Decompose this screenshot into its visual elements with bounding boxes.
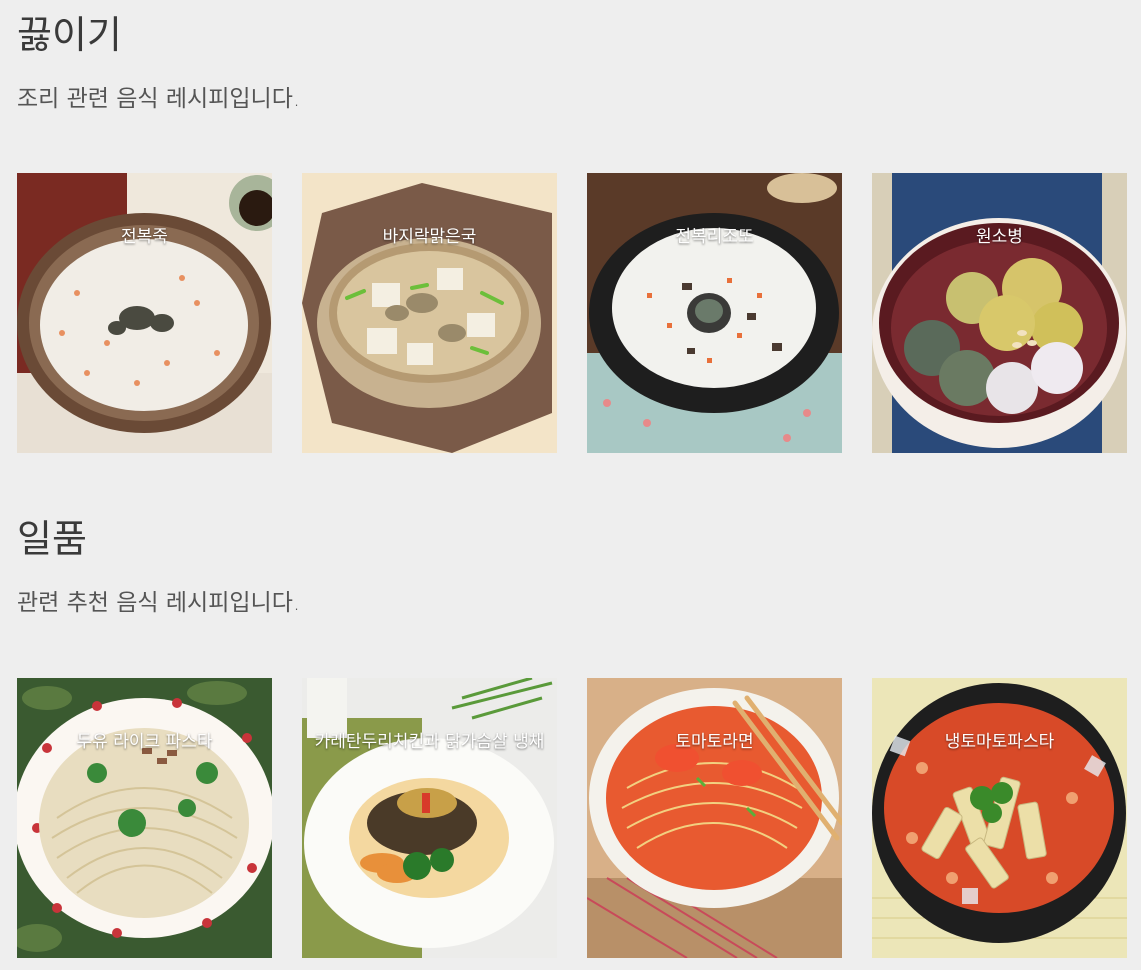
recipe-card[interactable]: 냉토마토파스타 xyxy=(872,678,1127,958)
section-title: 끓이기 xyxy=(17,13,122,57)
tomato-ramen-image xyxy=(587,678,842,958)
soymilk-pasta-image xyxy=(17,678,272,958)
recipe-card[interactable]: 두유 라이크 파스타 xyxy=(17,678,272,958)
section-main-dish: 일품 관련 추천 음식 레시피입니다. 두유 라이크 파스타 카레탄두리치킨과 … xyxy=(17,517,1127,958)
abalone-porridge-image xyxy=(17,173,272,453)
recipe-card[interactable]: 카레탄두리치킨과 닭가슴살 냉채 xyxy=(302,678,557,958)
cold-tomato-pasta-image xyxy=(872,678,1127,958)
recipe-card-label: 두유 라이크 파스타 xyxy=(76,732,213,752)
recipe-card-label: 냉토마토파스타 xyxy=(944,732,1055,752)
recipe-card-label: 토마토라면 xyxy=(675,732,754,752)
recipe-card[interactable]: 원소병 xyxy=(872,173,1127,453)
section-title: 일품 xyxy=(17,517,87,561)
recipe-card-label: 전복죽 xyxy=(121,227,168,247)
recipe-card[interactable]: 전복리조또 xyxy=(587,173,842,453)
recipe-card-label: 원소병 xyxy=(976,227,1023,247)
recipe-card[interactable]: 바지락맑은국 xyxy=(302,173,557,453)
recipe-card[interactable]: 토마토라면 xyxy=(587,678,842,958)
abalone-risotto-image xyxy=(587,173,842,453)
recipe-grid: 두유 라이크 파스타 카레탄두리치킨과 닭가슴살 냉채 토마토라면 냉토마토파스… xyxy=(17,678,1127,958)
clam-clear-soup-image xyxy=(302,173,557,453)
wonsobyeong-image xyxy=(872,173,1127,453)
recipe-card-label: 바지락맑은국 xyxy=(382,227,477,247)
recipe-card[interactable]: 전복죽 xyxy=(17,173,272,453)
recipe-card-label: 카레탄두리치킨과 닭가슴살 냉채 xyxy=(314,732,545,752)
recipe-card-label: 전복리조또 xyxy=(675,227,754,247)
section-boiling: 끓이기 조리 관련 음식 레시피입니다. 전복죽 바지락맑은국 전복리조또 원소… xyxy=(17,13,1127,453)
recipe-grid: 전복죽 바지락맑은국 전복리조또 원소병 xyxy=(17,173,1127,453)
curry-tandoori-chicken-image xyxy=(302,678,557,958)
section-description: 조리 관련 음식 레시피입니다. xyxy=(17,86,301,112)
section-description: 관련 추천 음식 레시피입니다. xyxy=(17,590,301,616)
